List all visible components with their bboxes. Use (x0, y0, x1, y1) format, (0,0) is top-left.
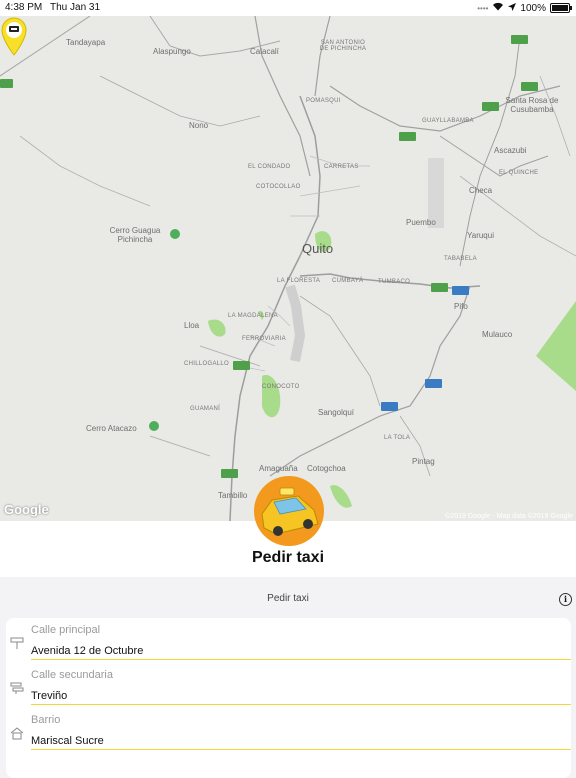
map-roads (0, 16, 576, 521)
status-bar: 4:38 PM Thu Jan 31 •••• 100% (0, 0, 576, 16)
location-arrow-icon (508, 2, 517, 14)
map-label-guamani: GUAMANÍ (190, 406, 221, 412)
signal-dots-icon: •••• (477, 3, 489, 13)
map-label-el-condado: EL CONDADO (248, 164, 291, 170)
map-label-carretas: CARRETAS (324, 164, 359, 170)
page-title: Pedir taxi (251, 549, 325, 566)
location-pin-icon[interactable] (0, 16, 28, 56)
main-street-underline (31, 659, 571, 660)
address-form: Calle principal Avenida 12 de Octubre Ca… (6, 618, 571, 778)
map-label-santa-rosa: Santa Rosa de Cusubamba (505, 96, 559, 114)
main-street-label: Calle principal (31, 624, 101, 636)
status-date: Thu Jan 31 (50, 2, 101, 13)
map-label-calacali: Calacalí (250, 47, 279, 56)
map-label-lloa: Lloa (184, 321, 200, 330)
status-time: 4:38 PM (5, 2, 43, 13)
poi-markers (149, 229, 180, 431)
section-header: Pedir taxi (267, 593, 309, 604)
map-label-sangolqui: Sangolquí (318, 408, 355, 417)
map-label-ascazubi: Ascazubi (494, 146, 527, 155)
map-label-chillogallo: CHILLOGALLO (184, 361, 229, 367)
main-street-input[interactable]: Avenida 12 de Octubre (31, 645, 143, 657)
battery-icon (550, 3, 572, 13)
map-label-amaguana: Amaguaña (259, 464, 298, 473)
map-label-pomasqui: POMASQUI (306, 98, 341, 104)
battery-percent: 100% (520, 2, 546, 14)
crossroads-sign-icon (10, 682, 24, 694)
map-label-cotocollao: COTOCOLLAO (256, 184, 301, 190)
map-label-tambillo: Tambillo (218, 491, 248, 500)
neighborhood-field[interactable]: Barrio Mariscal Sucre (6, 708, 571, 753)
info-icon[interactable]: i (559, 593, 572, 606)
map-label-la-tola: LA TOLA (384, 435, 411, 441)
google-logo: Google (4, 502, 49, 517)
map-label-la-magdalena: LA MAGDALENA (228, 313, 278, 319)
map-label-san-antonio: SAN ANTONIO DE PICHINCHA (319, 40, 367, 52)
map-label-nono: Nono (189, 121, 209, 130)
map-label-cerro-guagua: Cerro Guagua Pichincha (109, 226, 161, 244)
map-label-cumbaya: CUMBAYÁ (332, 278, 364, 284)
map-label-cerro-atacazo: Cerro Atacazo (86, 424, 137, 433)
secondary-street-label: Calle secundaria (31, 669, 113, 681)
map-label-alaspungo: Alaspungo (153, 47, 191, 56)
neighborhood-input[interactable]: Mariscal Sucre (31, 735, 104, 747)
map-view[interactable]: Tandayapa Alaspungo Calacalí SAN ANTONIO… (0, 16, 576, 521)
map-label-mulauco: Mulauco (482, 330, 513, 339)
map-attribution[interactable]: ©2019 Google - Map data ©2019 Google (445, 513, 573, 520)
map-label-puembo: Puembo (406, 218, 436, 227)
house-icon (10, 727, 24, 740)
map-label-pintag: Pintag (412, 457, 435, 466)
map-label-checa: Checa (469, 186, 493, 195)
neighborhood-underline (31, 749, 571, 750)
map-label-quito: Quito (302, 241, 334, 256)
map-label-cotogchoa: Cotogchoa (307, 464, 346, 473)
map-label-tababela: TABABELA (444, 256, 477, 262)
street-sign-icon (10, 637, 24, 649)
map-label-ferroviaria: FERROVIARIA (242, 336, 286, 342)
wifi-icon (492, 2, 504, 14)
secondary-street-underline (31, 704, 571, 705)
secondary-street-field[interactable]: Calle secundaria Treviño (6, 663, 571, 708)
map-label-yaruqui: Yaruqui (467, 231, 494, 240)
map-label-tandayapa: Tandayapa (66, 38, 106, 47)
taxi-car-icon (254, 476, 324, 546)
map-label-el-quinche: EL QUINCHE (499, 170, 539, 176)
status-indicators: •••• 100% (477, 2, 572, 14)
secondary-street-input[interactable]: Treviño (31, 690, 67, 702)
map-label-conocoto: CONOCOTO (262, 384, 300, 390)
map-label-la-floresta: LA FLORESTA (277, 278, 321, 284)
map-label-guayllabamba: GUAYLLABAMBA (422, 118, 474, 124)
map-label-tumbaco: TUMBACO (378, 279, 411, 285)
main-street-field[interactable]: Calle principal Avenida 12 de Octubre (6, 618, 571, 663)
neighborhood-label: Barrio (31, 714, 61, 726)
map-label-pifo: Pifo (454, 302, 468, 311)
